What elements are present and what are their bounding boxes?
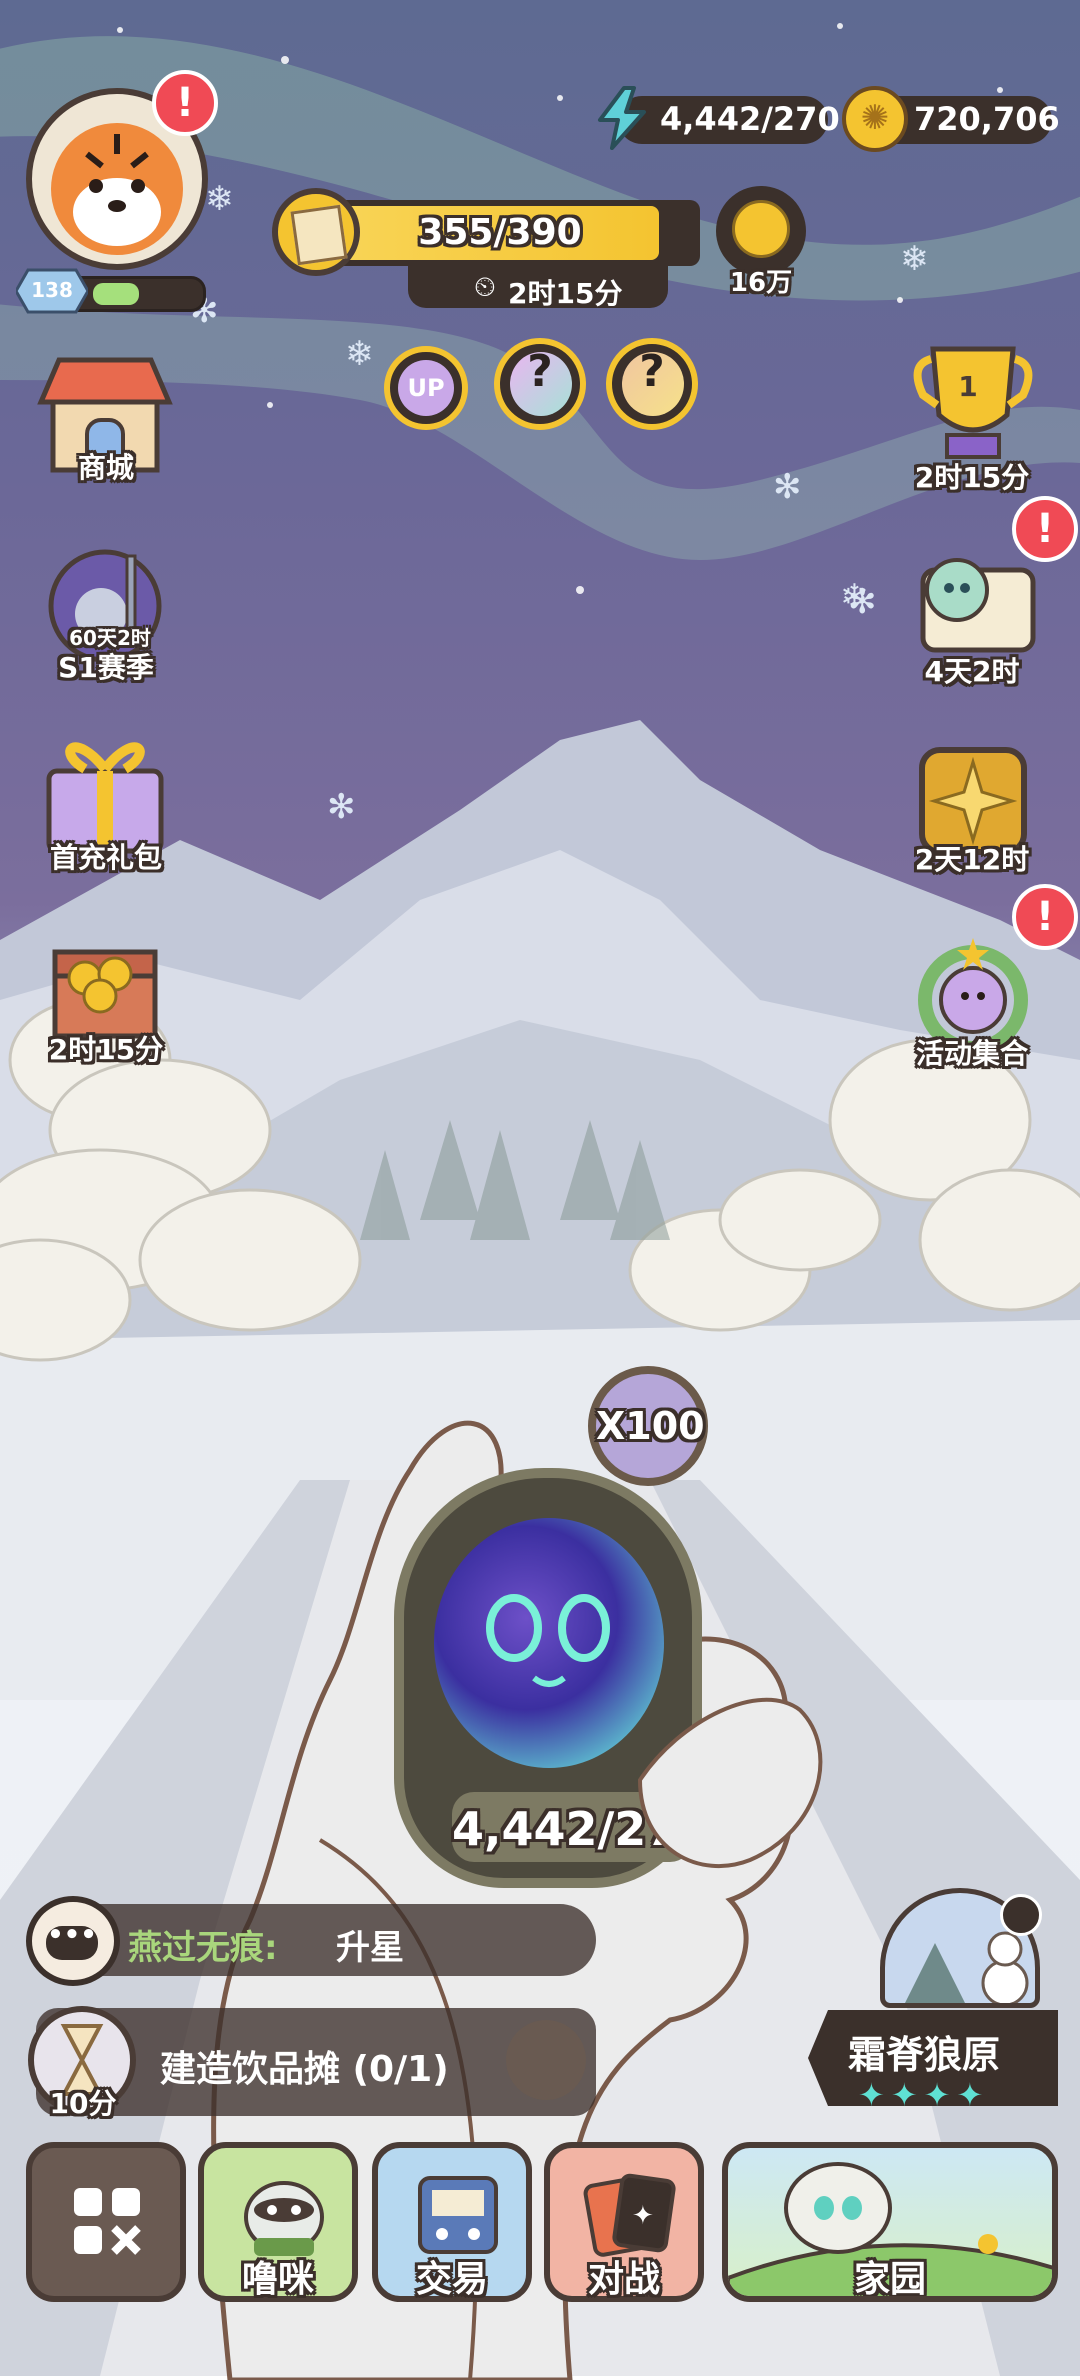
star-icon: ✦ [890, 2076, 918, 2114]
gacha-up-button[interactable]: UP [384, 346, 468, 430]
task-timer: 10分 [49, 2087, 117, 2120]
chat-sender: 燕过无痕: [128, 1928, 278, 1968]
shop-label: 商城 [77, 451, 134, 484]
svg-text:✻: ✻ [773, 467, 802, 507]
level-badge: 138 [14, 268, 90, 314]
raccoon-pet-icon [244, 2181, 324, 2256]
trophy-icon [913, 346, 1033, 459]
nav-battle-button[interactable]: ✦ 对战 [544, 2142, 704, 2302]
avatar-alert-badge: ! [152, 70, 218, 136]
battle-cards-icon: ✦ [583, 2173, 676, 2257]
star-icon: ✦ [858, 2076, 885, 2114]
chat-bar[interactable]: 燕过无痕: 升星 [36, 1904, 596, 1976]
trade-register-icon [418, 2176, 498, 2254]
star-icon: ✦ [923, 2076, 951, 2114]
progress-timer: ⏲ 2时15分 [408, 266, 668, 310]
nav-trade-label: 交易 [415, 2259, 488, 2300]
nav-menu-button[interactable] [26, 2142, 186, 2302]
nav-pet-button[interactable]: 噜咪 [198, 2142, 358, 2302]
svg-text:❄: ❄ [205, 179, 234, 219]
treasure-chest-icon [52, 949, 158, 1039]
nav-home-button[interactable]: 家园 [722, 2142, 1058, 2302]
season-label: S1赛季 [58, 651, 154, 684]
quest-timer-label: 4天2时 [924, 655, 1020, 688]
emblem-timer-label: 2天12时 [914, 843, 1030, 876]
reward-coin-icon [732, 200, 790, 258]
location-name: 霜脊狼原 [848, 2033, 1001, 2077]
svg-text:❄: ❄ [900, 239, 929, 279]
nav-home-label: 家园 [853, 2259, 926, 2300]
gacha-mystery-button-1[interactable]: ? [494, 338, 586, 430]
chat-bubble-icon[interactable]: ••• [26, 1896, 120, 1986]
task-raccoon-icon [506, 2020, 586, 2100]
chest-timer-label: 2时15分 [48, 1033, 164, 1066]
quest-scroll-icon [272, 188, 360, 276]
svg-text:❄: ❄ [840, 577, 869, 617]
nav-battle-label: 对战 [587, 2259, 660, 2300]
nav-pet-label: 噜咪 [241, 2259, 314, 2300]
reward-label: 16万 [729, 268, 793, 298]
grid-menu-icon [74, 2188, 141, 2255]
progress-bar[interactable]: 355/390 [300, 200, 700, 266]
chat-message: 升星 [336, 1928, 404, 1968]
trophy-timer-label: 2时15分 [914, 461, 1030, 494]
location-stars: ✦ ✦ ✦ ✦ [858, 2076, 1018, 2114]
events-label: 活动集合 [915, 1037, 1028, 1070]
nav-trade-button[interactable]: 交易 [372, 2142, 532, 2302]
first-recharge-label: 首充礼包 [49, 841, 162, 874]
star-icon: ✦ [956, 2076, 984, 2114]
multiplier-badge[interactable]: X100 [588, 1366, 708, 1486]
energy-bolt-icon [590, 86, 654, 150]
svg-text:✦: ✦ [632, 2201, 654, 2231]
svg-text:❄: ❄ [345, 334, 374, 374]
task-title: 建造饮品摊 (0/1) [160, 2049, 449, 2090]
thumb-illustration [637, 1697, 823, 1869]
gacha-mystery-button-2[interactable]: ? [606, 338, 698, 430]
coin-icon: ✺ [842, 86, 908, 152]
location-alert-icon [1000, 1894, 1042, 1936]
